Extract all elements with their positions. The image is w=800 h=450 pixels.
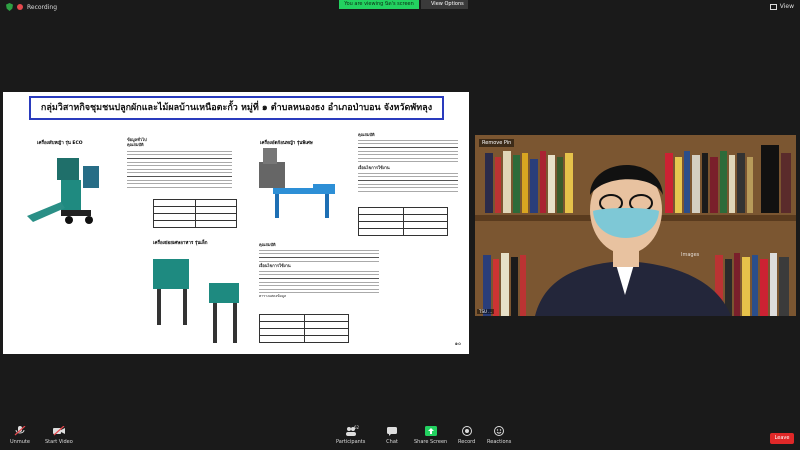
remove-pin-button[interactable]: Remove Pin [479, 139, 515, 147]
shared-slide: กลุ่มวิสาหกิจชุมชนปลูกผักและไม้ผลบ้านเหน… [3, 92, 469, 354]
info-text-block-2: คุณสมบัติ เงื่อนไขการใช้งาน [358, 132, 458, 192]
top-bar: Recording You are viewing นิด's screen V… [0, 0, 800, 16]
machine-label-eco: เครื่องสับหญ้า รุ่น ECO [37, 141, 83, 146]
shredder-machine-image [27, 158, 99, 224]
spec-table-1 [153, 199, 237, 228]
leave-button[interactable]: Leave [770, 433, 794, 444]
food-machine-image [153, 259, 239, 343]
paragraph-lines-3 [358, 170, 458, 192]
record-icon [461, 426, 472, 436]
page-number: ๑๐ [454, 341, 461, 347]
recording-label: Recording [27, 3, 58, 11]
slide-title: กลุ่มวิสาหกิจชุมชนปลูกผักและไม้ผลบ้านเหน… [29, 96, 444, 120]
paragraph-lines-2 [358, 137, 458, 165]
view-options-button[interactable]: View Options [421, 0, 468, 9]
participant-count: 62 [354, 425, 360, 430]
share-screen-icon [424, 426, 437, 436]
press-machine-image [259, 148, 335, 218]
participant-video-tile[interactable]: Remove Pin Images TSU ... [475, 135, 796, 316]
video-camera-muted-icon [52, 426, 65, 436]
participant-person [535, 164, 731, 316]
view-button[interactable]: View [769, 3, 794, 10]
meeting-toolbar: Unmute Start Video Participants 62 Chat … [0, 420, 800, 450]
record-button[interactable]: Record [458, 426, 475, 445]
shield-icon [6, 3, 13, 11]
start-video-button[interactable]: Start Video [45, 426, 73, 445]
reactions-emoji-icon [494, 426, 505, 436]
machine-label-food: เครื่องย่อยเศษอาหาร รุ่นเล็ก [153, 241, 208, 246]
record-dot-icon [17, 4, 23, 10]
spec-table-3 [259, 314, 349, 343]
viewing-banner: You are viewing นิด's screen [339, 0, 419, 9]
chat-icon [387, 427, 397, 436]
grid-icon [769, 3, 777, 10]
chat-button[interactable]: Chat [386, 426, 398, 445]
paragraph-lines-5 [259, 268, 379, 294]
machine-label-press: เครื่องอัดก้อนหญ้า รุ่นพิเศษ [260, 141, 313, 146]
microphone-muted-icon [14, 426, 26, 436]
info-text-block-3: คุณสมบัติ เงื่อนไขการใช้งาน ตารางแสดงข้อ… [259, 242, 379, 299]
recording-indicator[interactable]: Recording [6, 3, 57, 11]
participant-name-label: TSU ... [477, 309, 494, 314]
reactions-button[interactable]: Reactions [487, 426, 511, 445]
images-watermark: Images [681, 252, 700, 258]
paragraph-lines-4 [259, 247, 379, 263]
participants-button[interactable]: Participants [336, 426, 365, 445]
paragraph-lines [127, 147, 232, 188]
info-text-block: ข้อมูลทั่วไป คุณสมบัติ [127, 137, 232, 188]
share-screen-button[interactable]: Share Screen [414, 426, 447, 445]
unmute-button[interactable]: Unmute [10, 426, 30, 445]
spec-table-2 [358, 207, 448, 236]
